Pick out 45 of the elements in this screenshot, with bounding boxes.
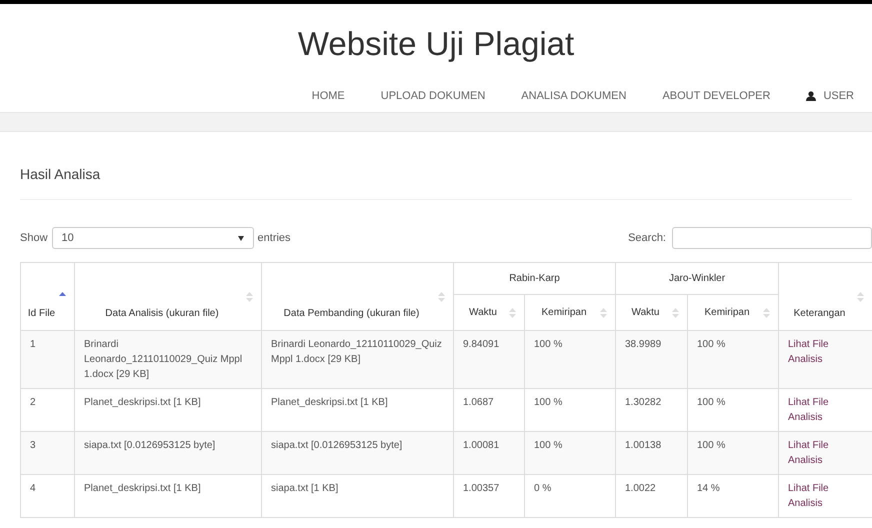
table-cell: siapa.txt [1 KB] xyxy=(271,483,338,494)
nav-link[interactable]: UPLOAD DOKUMEN xyxy=(380,88,486,104)
table-cell: Brinardi Leonardo_12110110029_Quiz Mppl 1.docx [29 KB] xyxy=(84,339,242,380)
table-cell: siapa.txt [0.0126953125 byte] xyxy=(84,440,216,451)
table-cell: 100 % xyxy=(697,339,726,350)
table-cell: 100 % xyxy=(534,397,562,408)
site-title: Website Uji Plagiat xyxy=(298,25,574,62)
table-cell: 100 % xyxy=(697,397,726,408)
table-cell: 1.30282 xyxy=(625,397,662,408)
table-cell: 1.00081 xyxy=(463,440,500,451)
group-header: Rabin-Karp xyxy=(509,273,560,284)
nav-link[interactable]: ABOUT DEVELOPER xyxy=(662,88,770,104)
table-cell: 100 % xyxy=(534,440,562,451)
column-header[interactable]: Id File xyxy=(20,262,74,330)
table-cell: 1.00138 xyxy=(625,440,662,451)
search-field[interactable] xyxy=(672,227,872,249)
entries-label: entries xyxy=(258,230,291,246)
user-menu-link[interactable]: USER xyxy=(806,88,854,104)
table-cell: 2 xyxy=(30,397,36,408)
nav-link[interactable]: HOME xyxy=(312,88,345,104)
group-header: Jaro-Winkler xyxy=(668,273,726,284)
table-cell: Planet_deskripsi.txt [1 KB] xyxy=(84,397,201,408)
section-title: Hasil Analisa xyxy=(20,166,100,182)
table-cell: 38.9989 xyxy=(625,339,662,350)
nav-link[interactable]: ANALISA DOKUMEN xyxy=(521,88,626,104)
caret-icon xyxy=(238,236,244,240)
table-cell: siapa.txt [0.0126953125 byte] xyxy=(271,440,402,451)
table-cell: 1.0022 xyxy=(625,483,656,494)
table-cell: 3 xyxy=(30,440,36,451)
table-cell: Brinardi Leonardo_12110110029_Quiz Mppl 1.docx [29 KB] xyxy=(271,339,442,365)
table-cell: Planet_deskripsi.txt [1 KB] xyxy=(84,483,201,494)
table-cell: 1 xyxy=(30,339,36,350)
table-cell: 14 % xyxy=(697,483,720,494)
entries-dropdown[interactable]: 10 xyxy=(52,227,254,249)
show-label: Show xyxy=(20,230,48,246)
table-cell: Planet_deskripsi.txt [1 KB] xyxy=(271,397,388,408)
table-cell: 100 % xyxy=(697,440,726,451)
table-cell: 9.84091 xyxy=(463,339,500,350)
user-icon xyxy=(806,91,816,101)
search-label: Search: xyxy=(628,230,666,246)
table-cell: 1.00357 xyxy=(463,483,500,494)
table-cell: 1.0687 xyxy=(463,397,494,408)
table-cell: 4 xyxy=(30,483,36,494)
table-cell: 100 % xyxy=(534,339,562,350)
table-cell: 0 % xyxy=(534,483,552,494)
